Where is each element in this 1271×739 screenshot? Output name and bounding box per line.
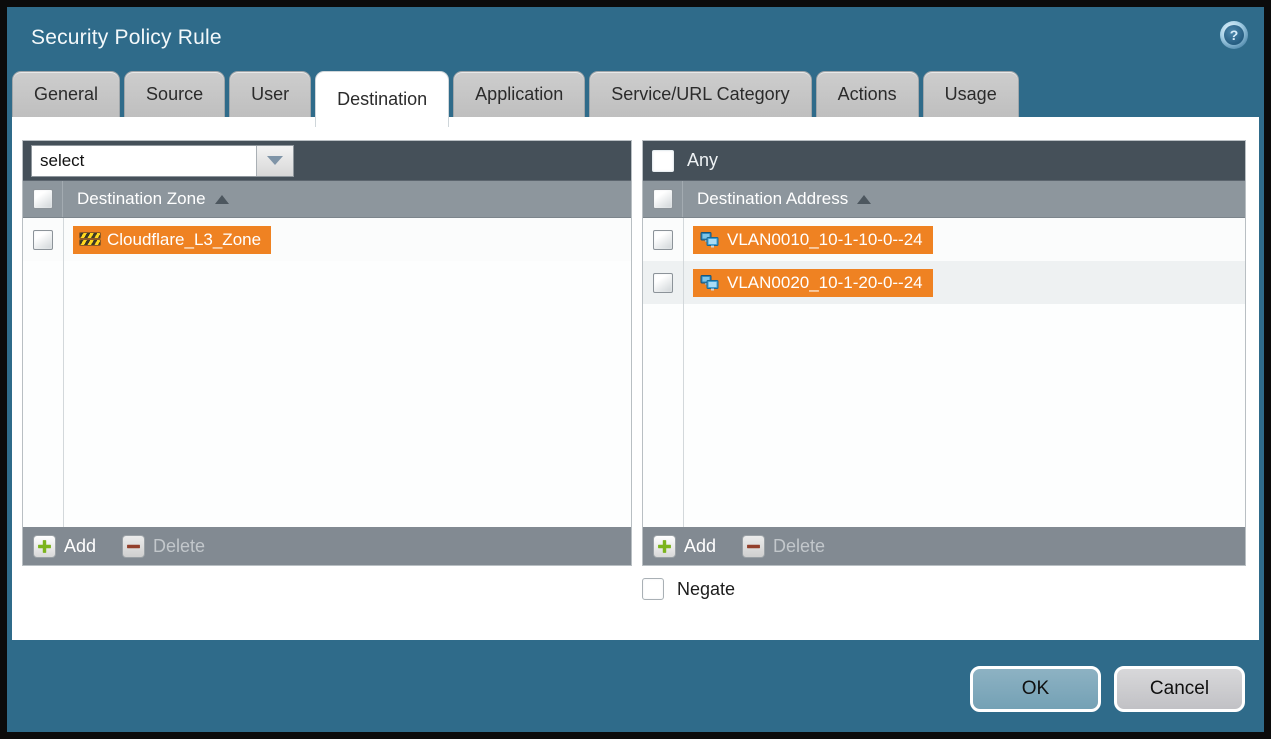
- address-row-label: VLAN0010_10-1-10-0--24: [727, 230, 923, 250]
- tab-destination[interactable]: Destination: [315, 71, 449, 127]
- address-row-checkbox-cell: [643, 230, 683, 250]
- address-footer-toolbar: Add Delete: [643, 527, 1245, 565]
- zone-column-header-label: Destination Zone: [77, 189, 206, 209]
- zone-select-all-cell: [23, 181, 63, 217]
- any-checkbox[interactable]: [652, 150, 674, 172]
- zone-column-header[interactable]: Destination Zone: [77, 181, 229, 217]
- address-toolbar: Any: [643, 141, 1245, 181]
- tab-usage[interactable]: Usage: [923, 71, 1019, 117]
- zone-delete-label: Delete: [153, 536, 205, 557]
- zone-select-combobox[interactable]: select: [31, 145, 294, 177]
- zone-row-checkbox[interactable]: [33, 230, 53, 250]
- address-select-all-checkbox[interactable]: [653, 189, 673, 209]
- titlebar: Security Policy Rule ?: [7, 7, 1264, 68]
- address-row-vlan0020[interactable]: VLAN0020_10-1-20-0--24: [643, 261, 1245, 304]
- zone-delete-button[interactable]: Delete: [122, 535, 205, 558]
- sort-asc-icon: [215, 195, 229, 204]
- address-list: VLAN0010_10-1-10-0--24: [643, 218, 1245, 527]
- tab-application[interactable]: Application: [453, 71, 585, 117]
- destination-tab-content: select Destination Zone: [12, 117, 1259, 640]
- tab-bar: General Source User Destination Applicat…: [12, 71, 1019, 117]
- zone-add-button[interactable]: Add: [33, 535, 96, 558]
- sort-asc-icon: [857, 195, 871, 204]
- zone-add-label: Add: [64, 536, 96, 557]
- zone-barrier-icon: [80, 232, 100, 247]
- negate-label: Negate: [677, 579, 735, 600]
- screen: Security Policy Rule ? General Source Us…: [0, 0, 1271, 739]
- zone-select-value[interactable]: select: [32, 146, 256, 176]
- plus-icon: [653, 535, 676, 558]
- destination-address-panel: Any Destination Address: [642, 140, 1246, 566]
- address-row-label: VLAN0020_10-1-20-0--24: [727, 273, 923, 293]
- tab-user[interactable]: User: [229, 71, 311, 117]
- zone-select-dropdown-button[interactable]: [256, 146, 293, 176]
- minus-icon: [122, 535, 145, 558]
- zone-column-header-row: Destination Zone: [23, 181, 631, 218]
- network-address-icon: [700, 275, 720, 291]
- address-column-header-label: Destination Address: [697, 189, 848, 209]
- address-row-checkbox[interactable]: [653, 273, 673, 293]
- address-row-checkbox[interactable]: [653, 230, 673, 250]
- address-add-label: Add: [684, 536, 716, 557]
- any-checkbox-cell: [643, 150, 683, 172]
- negate-option: Negate: [642, 578, 735, 600]
- address-add-button[interactable]: Add: [653, 535, 716, 558]
- address-row-checkbox-cell: [643, 273, 683, 293]
- help-button[interactable]: ?: [1220, 21, 1248, 49]
- tab-service-url-category[interactable]: Service/URL Category: [589, 71, 811, 117]
- security-policy-rule-dialog: Security Policy Rule ? General Source Us…: [7, 7, 1264, 732]
- chevron-down-icon: [267, 156, 283, 165]
- tab-source[interactable]: Source: [124, 71, 225, 117]
- address-delete-label: Delete: [773, 536, 825, 557]
- negate-checkbox[interactable]: [642, 578, 664, 600]
- address-row-vlan0010[interactable]: VLAN0010_10-1-10-0--24: [643, 218, 1245, 261]
- network-address-icon: [700, 232, 720, 248]
- address-chip[interactable]: VLAN0020_10-1-20-0--24: [693, 269, 933, 297]
- tab-actions[interactable]: Actions: [816, 71, 919, 117]
- zone-toolbar: select: [23, 141, 631, 181]
- zone-chip[interactable]: Cloudflare_L3_Zone: [73, 226, 271, 254]
- plus-icon: [33, 535, 56, 558]
- address-column-header[interactable]: Destination Address: [697, 181, 871, 217]
- zone-select-all-checkbox[interactable]: [33, 189, 53, 209]
- zone-list: Cloudflare_L3_Zone: [23, 218, 631, 527]
- zone-row-checkbox-cell: [23, 230, 63, 250]
- dialog-footer: OK Cancel: [7, 640, 1264, 732]
- dialog-title: Security Policy Rule: [31, 26, 222, 50]
- zone-footer-toolbar: Add Delete: [23, 527, 631, 565]
- address-select-all-cell: [643, 181, 683, 217]
- minus-icon: [742, 535, 765, 558]
- address-column-header-row: Destination Address: [643, 181, 1245, 218]
- zone-row-cloudflare-l3-zone[interactable]: Cloudflare_L3_Zone: [23, 218, 631, 261]
- address-chip[interactable]: VLAN0010_10-1-10-0--24: [693, 226, 933, 254]
- cancel-button[interactable]: Cancel: [1114, 666, 1245, 712]
- tab-general[interactable]: General: [12, 71, 120, 117]
- zone-row-label: Cloudflare_L3_Zone: [107, 230, 261, 250]
- destination-zone-panel: select Destination Zone: [22, 140, 632, 566]
- any-label: Any: [687, 150, 718, 171]
- help-icon: ?: [1224, 25, 1244, 45]
- ok-button[interactable]: OK: [970, 666, 1101, 712]
- address-delete-button[interactable]: Delete: [742, 535, 825, 558]
